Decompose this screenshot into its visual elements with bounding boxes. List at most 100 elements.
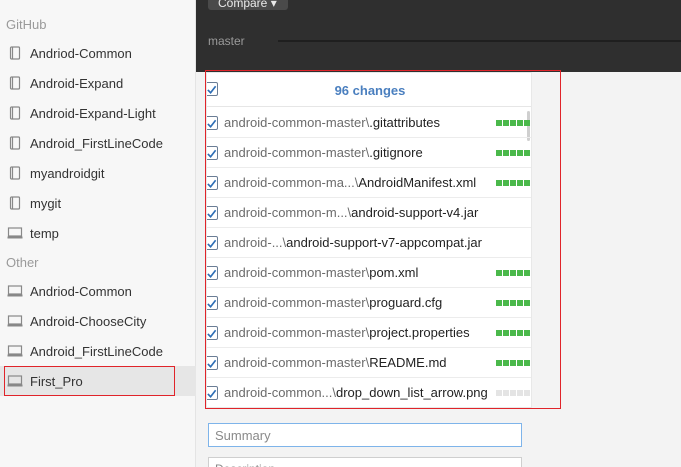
section-header-github: GitHub (6, 17, 47, 32)
checkmark-icon (207, 119, 216, 128)
sidebar-repo-item[interactable]: First_Pro (0, 366, 196, 396)
file-name: .gitattributes (369, 115, 441, 130)
compare-button[interactable]: Compare ▾ (208, 0, 288, 10)
file-row[interactable]: android-common-ma...\AndroidManifest.xml (207, 168, 531, 198)
file-row[interactable]: android-common-master\pom.xml (207, 258, 531, 288)
checkmark-icon (207, 209, 216, 218)
checkmark-icon (207, 179, 216, 188)
file-name: proguard.cfg (369, 295, 443, 310)
book-icon (7, 136, 23, 150)
diff-stat-bars (496, 300, 530, 306)
file-name: README.md (369, 355, 447, 370)
file-path: android-...\android-support-v7-appcompat… (224, 235, 482, 250)
file-directory: android-common-master\ (224, 265, 370, 280)
file-directory: android-common-ma...\ (224, 175, 359, 190)
file-name: pom.xml (369, 265, 419, 280)
file-checkbox[interactable] (207, 356, 218, 370)
sidebar-repo-item[interactable]: Android-Expand-Light (0, 98, 196, 128)
file-directory: android-common-master\ (224, 355, 370, 370)
computer-icon (7, 314, 23, 328)
file-path: android-common-master\proguard.cfg (224, 295, 442, 310)
checkmark-icon (207, 239, 216, 248)
sidebar-repo-item[interactable]: temp (0, 218, 196, 248)
file-checkbox[interactable] (207, 266, 218, 280)
file-checkbox[interactable] (207, 176, 218, 190)
file-checkbox[interactable] (207, 326, 218, 340)
file-checkbox[interactable] (207, 116, 218, 130)
file-checkbox[interactable] (207, 146, 218, 160)
repo-label: Android-ChooseCity (30, 313, 147, 329)
sidebar-repo-item[interactable]: Andriod-Common (0, 276, 196, 306)
file-path: android-common...\drop_down_list_arrow.p… (224, 385, 488, 400)
repo-label: Android_FirstLineCode (30, 135, 163, 151)
file-name: .gitignore (369, 145, 423, 160)
file-row[interactable]: android-...\android-support-v7-appcompat… (207, 228, 531, 258)
file-path: android-common-master\pom.xml (224, 265, 418, 280)
sidebar-repo-item[interactable]: Andriod-Common (0, 38, 196, 68)
computer-icon (7, 284, 23, 298)
book-icon (7, 46, 23, 60)
summary-input[interactable] (208, 423, 522, 447)
file-row[interactable]: android-common-master\README.md (207, 348, 531, 378)
changes-header: 96 changes (207, 73, 531, 107)
file-row[interactable]: android-common-master\project.properties (207, 318, 531, 348)
file-name: drop_down_list_arrow.png (336, 385, 488, 400)
file-checkbox[interactable] (207, 236, 218, 250)
checkmark-icon (207, 149, 216, 158)
file-checkbox[interactable] (207, 206, 218, 220)
computer-icon (7, 344, 23, 358)
repo-label: First_Pro (30, 373, 83, 389)
diff-stat-bars (496, 270, 530, 276)
file-path: android-common-ma...\AndroidManifest.xml (224, 175, 476, 190)
file-row[interactable]: android-common...\drop_down_list_arrow.p… (207, 378, 531, 407)
diff-stat-bars (496, 390, 530, 396)
repo-label: temp (30, 225, 59, 241)
repo-label: Android-Expand-Light (30, 105, 156, 121)
sidebar-repo-item[interactable]: Android-Expand (0, 68, 196, 98)
sidebar-repo-item[interactable]: Android_FirstLineCode (0, 128, 196, 158)
file-name: AndroidManifest.xml (358, 175, 477, 190)
file-checkbox[interactable] (207, 386, 218, 400)
file-path: android-common-m...\android-support-v4.j… (224, 205, 478, 220)
description-field[interactable]: Description (208, 457, 522, 467)
file-directory: android-common-master\ (224, 325, 370, 340)
repo-label: Android_FirstLineCode (30, 343, 163, 359)
book-icon (7, 196, 23, 210)
diff-stat-bars (496, 180, 530, 186)
file-row[interactable]: android-common-m...\android-support-v4.j… (207, 198, 531, 228)
book-icon (7, 76, 23, 90)
checkmark-icon (207, 269, 216, 278)
section-header-other: Other (6, 255, 39, 270)
repo-label: mygit (30, 195, 62, 211)
repository-sidebar: GitHub Other Andriod-Common Android-Expand A… (0, 0, 196, 467)
sidebar-repo-item[interactable]: Android_FirstLineCode (0, 336, 196, 366)
file-path: android-common-master\.gitattributes (224, 115, 440, 130)
sidebar-repo-item[interactable]: mygit (0, 188, 196, 218)
file-row[interactable]: android-common-master\.gitattributes (207, 108, 531, 138)
file-checkbox[interactable] (207, 296, 218, 310)
sidebar-repo-item[interactable]: myandroidgit (0, 158, 196, 188)
file-path: android-common-master\.gitignore (224, 145, 423, 160)
checkmark-icon (207, 359, 216, 368)
computer-icon (7, 374, 23, 388)
sidebar-repo-item[interactable]: Android-ChooseCity (0, 306, 196, 336)
computer-icon (7, 226, 23, 240)
changes-panel: 96 changes android-common-master\.gitatt… (206, 72, 532, 408)
file-name: android-support-v7-appcompat.jar (286, 235, 482, 250)
main-pane: Compare ▾ master 96 changes android-comm… (196, 0, 681, 467)
diff-stat-bars (496, 120, 530, 126)
book-icon (7, 106, 23, 120)
diff-stat-bars (496, 330, 530, 336)
book-icon (7, 166, 23, 180)
file-directory: android-common-master\ (224, 295, 370, 310)
file-row[interactable]: android-common-master\proguard.cfg (207, 288, 531, 318)
diff-stat-bars (496, 360, 530, 366)
file-row[interactable]: android-common-master\.gitignore (207, 138, 531, 168)
file-directory: android-common-m...\ (224, 205, 352, 220)
file-path: android-common-master\README.md (224, 355, 447, 370)
repo-label: Andriod-Common (30, 283, 132, 299)
file-directory: android-common...\ (224, 385, 336, 400)
file-path: android-common-master\project.properties (224, 325, 470, 340)
checkmark-icon (207, 389, 216, 398)
toolbar: Compare ▾ master (196, 0, 681, 72)
